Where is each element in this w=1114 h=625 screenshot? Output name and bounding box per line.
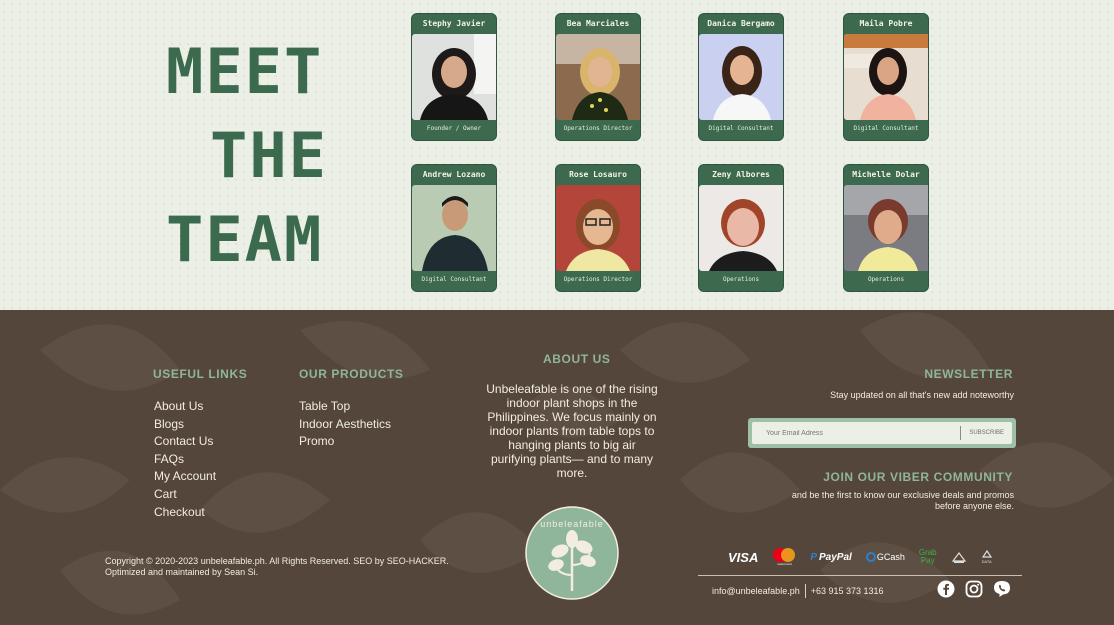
about-us-text: Unbeleafable is one of the rising indoor… xyxy=(486,382,658,480)
link-cart[interactable]: Cart xyxy=(154,486,216,504)
footer-divider xyxy=(698,575,1022,576)
member-name: Maila Pobre xyxy=(859,19,913,28)
subscribe-button[interactable]: SUBSCRIBE xyxy=(960,426,1012,440)
copyright-line-1: Copyright © 2020-2023 unbeleafable.ph. A… xyxy=(105,556,449,566)
member-role: Founder / Owner xyxy=(426,125,482,132)
logo-sub: ph xyxy=(569,530,575,536)
team-card-michelle[interactable]: Michelle Dolar Operations xyxy=(843,164,929,292)
viber-description: and be the first to know our exclusive d… xyxy=(792,490,1014,512)
link-contact-us[interactable]: Contact Us xyxy=(154,433,216,451)
team-card-maila[interactable]: Maila Pobre Digital Consultant xyxy=(843,13,929,141)
site-footer: USEFUL LINKS About Us Blogs Contact Us F… xyxy=(0,310,1114,625)
grabpay-icon: Grab Pay xyxy=(918,548,937,565)
unbeleafable-logo[interactable]: unbeleafable ph xyxy=(524,505,620,606)
paypal-icon: P PayPal xyxy=(810,551,852,563)
useful-links-list: About Us Blogs Contact Us FAQs My Accoun… xyxy=(154,398,216,521)
contact-separator xyxy=(804,584,806,598)
team-section: MEET THE TEAM Stephy Javier Founder / Ow… xyxy=(0,0,1114,310)
member-name: Danica Bergamo xyxy=(707,19,775,28)
heading-line-3: TEAM xyxy=(166,203,324,276)
email-input[interactable] xyxy=(752,422,961,444)
member-role: Digital Consultant xyxy=(708,125,774,132)
member-role: Operations xyxy=(867,276,905,283)
newsletter-subtitle: Stay updated on all that's new add notew… xyxy=(830,390,1014,400)
member-name: Rose Losauro xyxy=(569,170,627,179)
member-photo xyxy=(412,34,496,120)
heading-line-2: THE xyxy=(210,119,328,192)
products-list: Table Top Indoor Aesthetics Promo xyxy=(299,398,391,451)
heading-line-1: MEET xyxy=(166,35,324,108)
team-card-bea[interactable]: Bea Marciales Operations Director xyxy=(555,13,641,141)
link-promo[interactable]: Promo xyxy=(299,433,391,451)
link-blogs[interactable]: Blogs xyxy=(154,416,216,434)
member-role: Digital Consultant xyxy=(421,276,487,283)
copyright-line-2: Optimized and maintained by Sean Si. xyxy=(105,567,259,577)
social-links xyxy=(937,580,1021,603)
gcash-icon: GCash xyxy=(865,552,905,562)
member-role: Operations xyxy=(722,276,760,283)
team-card-stephy[interactable]: Stephy Javier Founder / Owner xyxy=(411,13,497,141)
bank-transfer-icon xyxy=(951,549,967,565)
mastercard-icon: mastercard xyxy=(772,548,796,566)
newsletter-form: SUBSCRIBE xyxy=(748,418,1016,448)
member-photo xyxy=(844,34,928,120)
link-table-top[interactable]: Table Top xyxy=(299,398,391,416)
data-payment-icon: DATA xyxy=(981,549,993,565)
link-faqs[interactable]: FAQs xyxy=(154,451,216,469)
viber-line-2: before anyone else. xyxy=(934,501,1014,511)
link-checkout[interactable]: Checkout xyxy=(154,504,216,522)
member-photo xyxy=(556,185,640,271)
newsletter-inner: SUBSCRIBE xyxy=(752,422,1012,444)
link-my-account[interactable]: My Account xyxy=(154,468,216,486)
team-card-zeny[interactable]: Zeny Albores Operations xyxy=(698,164,784,292)
team-card-andrew[interactable]: Andrew Lozano Digital Consultant xyxy=(411,164,497,292)
payment-methods: VISA mastercard P PayPal GCash Grab Pay … xyxy=(728,548,1007,566)
member-photo xyxy=(699,185,783,271)
member-role: Digital Consultant xyxy=(853,125,919,132)
contact-phone[interactable]: +63 915 373 1316 xyxy=(811,586,884,596)
link-indoor-aesthetics[interactable]: Indoor Aesthetics xyxy=(299,416,391,434)
member-name: Bea Marciales xyxy=(566,19,630,28)
member-photo xyxy=(412,185,496,271)
member-name: Stephy Javier xyxy=(422,19,486,28)
instagram-icon[interactable] xyxy=(965,580,983,603)
viber-community-heading: JOIN OUR VIBER COMMUNITY xyxy=(823,470,1013,484)
our-products-heading: OUR PRODUCTS xyxy=(299,367,404,381)
logo-text: unbeleafable xyxy=(540,519,604,529)
member-photo xyxy=(699,34,783,120)
team-card-rose[interactable]: Rose Losauro Operations Director xyxy=(555,164,641,292)
member-role: Operations Director xyxy=(563,125,633,132)
team-card-danica[interactable]: Danica Bergamo Digital Consultant xyxy=(698,13,784,141)
copyright-text: Copyright © 2020-2023 unbeleafable.ph. A… xyxy=(105,556,449,578)
member-name: Michelle Dolar xyxy=(852,170,920,179)
about-us-heading: ABOUT US xyxy=(543,352,611,366)
useful-links-heading: USEFUL LINKS xyxy=(153,367,248,381)
member-name: Andrew Lozano xyxy=(422,170,486,179)
meet-the-team-heading: MEET THE TEAM xyxy=(166,30,346,282)
viber-line-1: and be the first to know our exclusive d… xyxy=(791,490,1014,500)
contact-info: info@unbeleafable.ph +63 915 373 1316 xyxy=(712,584,884,598)
member-photo xyxy=(844,185,928,271)
facebook-icon[interactable] xyxy=(937,580,955,603)
newsletter-heading: NEWSLETTER xyxy=(924,367,1013,381)
visa-icon: VISA xyxy=(728,549,759,565)
viber-icon[interactable] xyxy=(993,580,1011,603)
member-name: Zeny Albores xyxy=(712,170,770,179)
member-photo xyxy=(556,34,640,120)
link-about-us[interactable]: About Us xyxy=(154,398,216,416)
member-role: Operations Director xyxy=(563,276,633,283)
contact-email[interactable]: info@unbeleafable.ph xyxy=(712,586,800,596)
